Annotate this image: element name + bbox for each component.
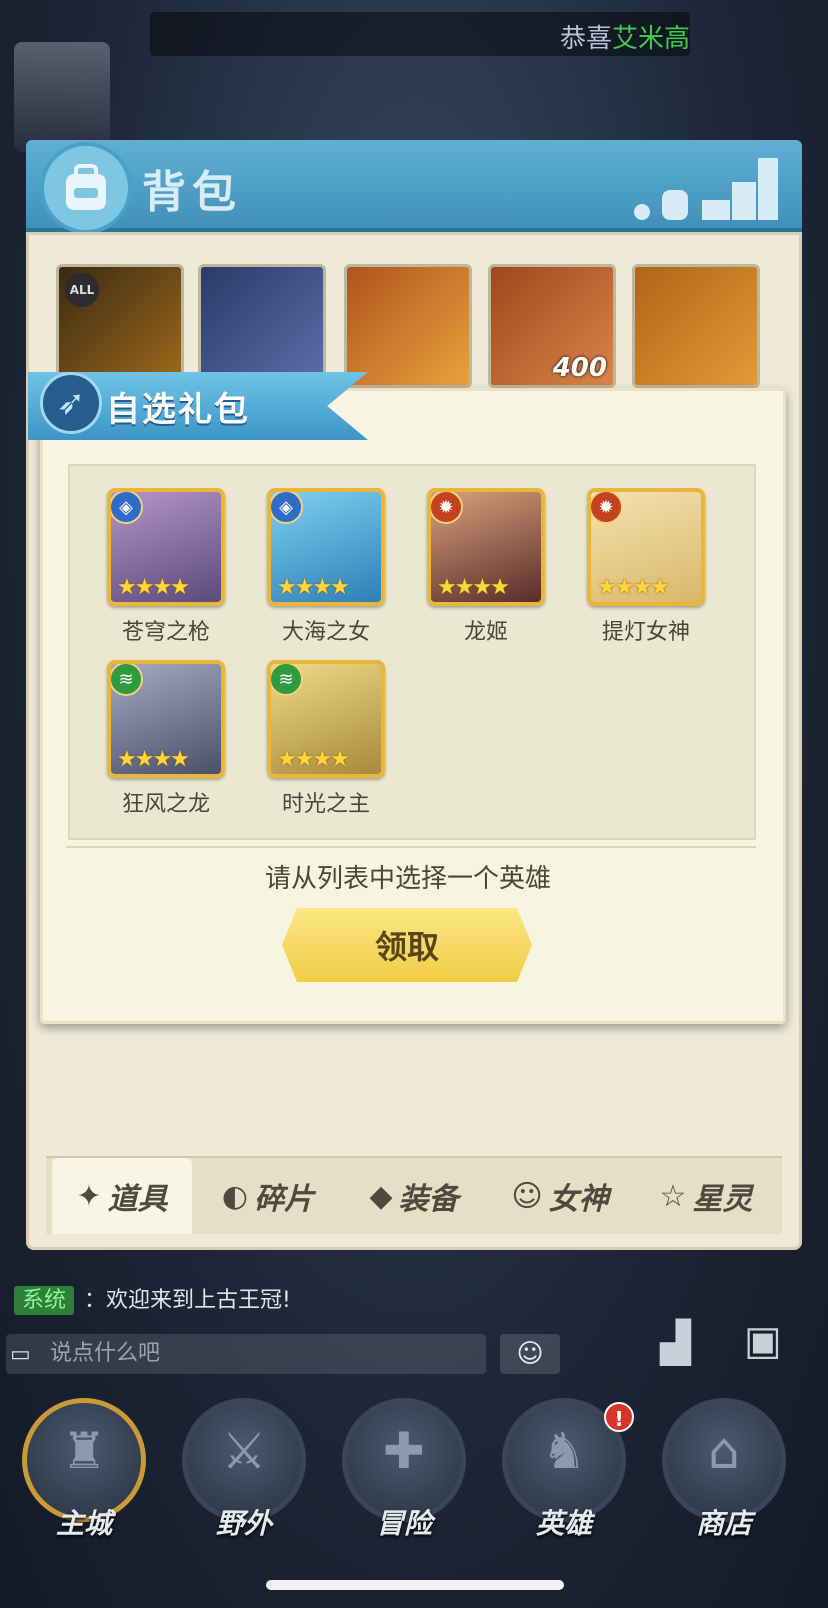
bag-title: 背包	[142, 167, 242, 218]
hero-option[interactable]: ≋ ★★★★ 时光之主	[256, 660, 396, 826]
divider	[66, 846, 756, 848]
nav-label: 野外	[215, 1507, 272, 1540]
hero-name: 龙姬	[463, 620, 508, 645]
nav-label: 商店	[695, 1507, 752, 1540]
bag-tab-bar: ✦ 道具 ◐ 碎片 ◆ 装备 ☺ 女神 ☆ 星灵	[46, 1156, 782, 1234]
player-avatar[interactable]	[14, 42, 110, 152]
rune-item[interactable]	[198, 264, 326, 388]
chest-item[interactable]	[344, 264, 472, 388]
nav-icon: ⚔	[221, 1422, 267, 1480]
tab-icon: ◐	[221, 1178, 249, 1214]
crystal-item[interactable]: 400	[488, 264, 616, 388]
nav-icon: ⌂	[708, 1422, 740, 1480]
hero-option[interactable]: ◈ ★★★★ 大海之女	[256, 488, 396, 654]
select-hero-prompt: 请从列表中选择一个英雄	[264, 864, 551, 894]
tab-icon: ☺	[511, 1178, 543, 1214]
all-item[interactable]: ALL	[56, 264, 184, 388]
wind-element-icon: ≋	[271, 664, 303, 696]
hero-portrait: ≋ ★★★★	[267, 660, 385, 778]
backpack-shortcut-icon[interactable]: ▣	[744, 1318, 782, 1364]
tab-label: 装备	[398, 1182, 459, 1217]
wind-element-icon: ≋	[111, 664, 143, 696]
tab-0[interactable]: ✦ 道具	[52, 1158, 192, 1234]
tab-icon: ◆	[369, 1178, 393, 1214]
star-rating: ★★★★	[277, 575, 350, 600]
star-rating: ★★★★	[597, 575, 670, 600]
hero-name: 苍穹之枪	[121, 620, 210, 645]
nav-icon: ♜	[61, 1422, 107, 1480]
announcement-marquee: 恭喜艾米高	[150, 12, 690, 56]
water-element-icon: ◈	[111, 492, 143, 524]
hero-option[interactable]: ≋ ★★★★ 狂风之龙	[96, 660, 236, 826]
nav-label: 主城	[55, 1507, 112, 1540]
bag-header: 背包	[26, 140, 802, 234]
chat-message: 系统 ：欢迎来到上古王冠!	[14, 1282, 291, 1315]
card-item[interactable]	[632, 264, 760, 388]
item-quantity: 400	[552, 353, 607, 383]
gift-pack-dialog: ➶ 自选礼包 ◈ ★★★★ 苍穹之枪 ◈ ★★★★ 大海之女 ✹ ★★★★ 龙姬 ✹ ★★★★ 提灯女…	[28, 372, 788, 1044]
hero-option[interactable]: ✹ ★★★★ 提灯女神	[576, 488, 716, 654]
hero-list-panel: ◈ ★★★★ 苍穹之枪 ◈ ★★★★ 大海之女 ✹ ★★★★ 龙姬 ✹ ★★★★ 提灯女神 ≋ ★★★★ 狂…	[68, 464, 756, 840]
hero-name: 时光之主	[281, 792, 370, 817]
hero-portrait: ✹ ★★★★	[427, 488, 545, 606]
hero-name: 提灯女神	[601, 620, 690, 645]
tab-icon: ✦	[76, 1178, 102, 1214]
nav-label: 冒险	[375, 1507, 432, 1540]
all-badge: ALL	[65, 273, 99, 307]
tab-2[interactable]: ◆ 装备	[344, 1158, 484, 1234]
tab-3[interactable]: ☺ 女神	[490, 1158, 630, 1234]
emoji-button[interactable]: ☺	[500, 1334, 560, 1374]
tab-1[interactable]: ◐ 碎片	[198, 1158, 338, 1234]
system-tag: 系统	[14, 1286, 75, 1315]
backpack-icon	[40, 142, 132, 234]
water-element-icon: ◈	[271, 492, 303, 524]
item-row: ALL 400	[56, 264, 796, 388]
tab-4[interactable]: ☆ 星灵	[636, 1158, 776, 1234]
star-rating: ★★★★	[437, 575, 510, 600]
hero-portrait: ≋ ★★★★	[107, 660, 225, 778]
tab-label: 碎片	[254, 1182, 315, 1217]
nav-icon: ♞	[541, 1422, 587, 1480]
ranking-podium-icon[interactable]: ▟	[660, 1320, 691, 1366]
header-decoration-icon	[634, 158, 778, 220]
star-rating: ★★★★	[277, 747, 350, 772]
dialog-title: 自选礼包	[106, 390, 250, 430]
hero-option[interactable]: ✹ ★★★★ 龙姬	[416, 488, 556, 654]
fire-element-icon: ✹	[591, 492, 623, 524]
fire-element-icon: ✹	[431, 492, 463, 524]
marquee-text: 恭喜艾米高	[559, 24, 690, 54]
nav-label: 英雄	[535, 1507, 592, 1540]
star-rating: ★★★★	[117, 747, 190, 772]
claim-button[interactable]: 领取	[282, 908, 532, 982]
hero-option[interactable]: ◈ ★★★★ 苍穹之枪	[96, 488, 236, 654]
nav-icon: ✚	[383, 1422, 425, 1480]
tab-label: 女神	[548, 1182, 609, 1217]
star-rating: ★★★★	[117, 575, 190, 600]
chat-input[interactable]: 说点什么吧	[6, 1334, 486, 1374]
hero-name: 大海之女	[281, 620, 370, 645]
tab-label: 星灵	[692, 1182, 753, 1217]
hero-portrait: ◈ ★★★★	[107, 488, 225, 606]
tab-icon: ☆	[659, 1178, 687, 1214]
hero-notification-badge: !	[604, 1402, 634, 1432]
home-indicator[interactable]	[266, 1580, 564, 1590]
hero-portrait: ◈ ★★★★	[267, 488, 385, 606]
compass-needle-icon: ➶	[40, 372, 102, 434]
tab-label: 道具	[107, 1182, 168, 1217]
hero-portrait: ✹ ★★★★	[587, 488, 705, 606]
hero-name: 狂风之龙	[121, 792, 210, 817]
bottom-nav: ♜ 主城 ⚔ 野外 ✚ 冒险 ♞ 英雄 ⌂ 商店	[0, 1398, 828, 1548]
chat-message-text: ：欢迎来到上古王冠!	[84, 1288, 291, 1313]
